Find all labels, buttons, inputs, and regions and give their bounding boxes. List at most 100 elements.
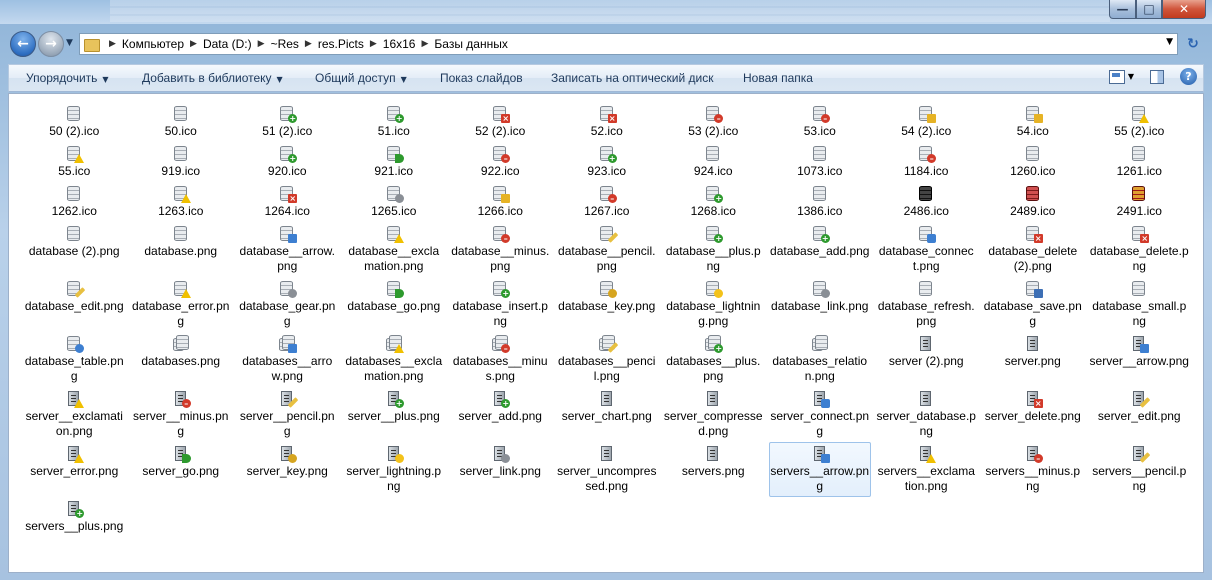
file-item[interactable]: database_key.png	[556, 277, 659, 332]
file-item[interactable]: +51 (2).ico	[236, 102, 339, 142]
file-item[interactable]: – servers__minus.png	[982, 442, 1085, 497]
file-item[interactable]: 1263.ico	[130, 182, 233, 222]
breadcrumb-item[interactable]: Data (D:)	[203, 37, 252, 51]
file-item[interactable]: server.png	[982, 332, 1085, 387]
chevron-right-icon[interactable]: ▶	[421, 39, 428, 49]
file-item[interactable]: × 52 (2).ico	[449, 102, 552, 142]
file-item[interactable]: 1266.ico	[449, 182, 552, 222]
file-item[interactable]: database_go.png	[343, 277, 446, 332]
file-item[interactable]: database_link.png	[769, 277, 872, 332]
chevron-right-icon[interactable]: ▶	[305, 39, 312, 49]
address-dropdown-icon[interactable]: ▼	[1166, 37, 1173, 47]
burn-button[interactable]: Записать на оптический диск	[551, 71, 714, 85]
file-item[interactable]: databases__arrow.png	[236, 332, 339, 387]
file-item[interactable]: 1261.ico	[1088, 142, 1191, 182]
file-item[interactable]: + database_add.png	[769, 222, 872, 277]
file-item[interactable]: servers__arrow.png	[768, 442, 871, 497]
breadcrumb-item[interactable]: Базы данных	[434, 37, 507, 51]
chevron-right-icon[interactable]: ▶	[109, 39, 116, 49]
file-item[interactable]: 2486.ico	[875, 182, 978, 222]
file-item[interactable]: databases__exclamation.png	[343, 332, 446, 387]
file-item[interactable]: +1268.ico	[662, 182, 765, 222]
file-item[interactable]: server_chart.png	[556, 387, 659, 442]
file-item[interactable]: server_database.png	[875, 387, 978, 442]
share-button[interactable]: Общий доступ ▼	[315, 71, 407, 85]
file-item[interactable]: –53 (2).ico	[662, 102, 765, 142]
forward-button[interactable]: →	[38, 31, 64, 57]
file-item[interactable]: 1265.ico	[343, 182, 446, 222]
file-item[interactable]: + database_insert.png	[449, 277, 552, 332]
file-item[interactable]: – databases__minus.png	[449, 332, 552, 387]
file-item[interactable]: 55.ico	[23, 142, 126, 182]
file-item[interactable]: database (2).png	[23, 222, 126, 277]
file-item[interactable]: server_error.png	[23, 442, 126, 497]
file-item[interactable]: –1267.ico	[556, 182, 659, 222]
file-item[interactable]: database_refresh.png	[875, 277, 978, 332]
file-item[interactable]: database_save.png	[982, 277, 1085, 332]
file-item[interactable]: database_error.png	[130, 277, 233, 332]
file-item[interactable]: × database_delete.png	[1088, 222, 1191, 277]
file-item[interactable]: server_compressed.png	[662, 387, 765, 442]
file-item[interactable]: 55 (2).ico	[1088, 102, 1191, 142]
file-item[interactable]: database__exclamation.png	[343, 222, 446, 277]
file-item[interactable]: server_key.png	[236, 442, 339, 497]
file-item[interactable]: + server_add.png	[449, 387, 552, 442]
file-item[interactable]: + database__plus.png	[662, 222, 765, 277]
file-item[interactable]: + server__plus.png	[343, 387, 446, 442]
maximize-button[interactable]: □	[1136, 0, 1162, 19]
file-item[interactable]: 54 (2).ico	[875, 102, 978, 142]
breadcrumb-item[interactable]: 16x16	[383, 37, 416, 51]
file-item[interactable]: 2491.ico	[1088, 182, 1191, 222]
breadcrumb-item[interactable]: res.Picts	[318, 37, 364, 51]
close-button[interactable]: ✕	[1162, 0, 1206, 19]
file-item[interactable]: 2489.ico	[982, 182, 1085, 222]
chevron-right-icon[interactable]: ▶	[258, 39, 265, 49]
file-item[interactable]: server__arrow.png	[1088, 332, 1191, 387]
file-item[interactable]: 1260.ico	[982, 142, 1085, 182]
file-item[interactable]: + servers__plus.png	[23, 497, 126, 537]
help-icon[interactable]: ?	[1180, 68, 1197, 85]
file-item[interactable]: +920.ico	[236, 142, 339, 182]
file-item[interactable]: database_lightning.png	[662, 277, 765, 332]
file-item[interactable]: database_connect.png	[875, 222, 978, 277]
file-item[interactable]: 919.ico	[130, 142, 233, 182]
breadcrumb-item[interactable]: ~Res	[271, 37, 299, 51]
file-item[interactable]: × 1264.ico	[236, 182, 339, 222]
file-item[interactable]: server_edit.png	[1088, 387, 1191, 442]
file-item[interactable]: server (2).png	[875, 332, 978, 387]
file-item[interactable]: × server_delete.png	[982, 387, 1085, 442]
file-item[interactable]: 54.ico	[982, 102, 1085, 142]
file-item[interactable]: database.png	[130, 222, 233, 277]
file-list-pane[interactable]: 50 (2).ico 50.ico +51 (2).ico +51.ico × 52 (2…	[8, 93, 1204, 573]
file-item[interactable]: 50.ico	[130, 102, 233, 142]
change-view-button[interactable]: ▼	[1108, 69, 1134, 84]
minimize-button[interactable]: —	[1109, 0, 1136, 19]
new-folder-button[interactable]: Новая папка	[743, 71, 813, 85]
file-item[interactable]: server__exclamation.png	[23, 387, 126, 442]
file-item[interactable]: server_link.png	[449, 442, 552, 497]
file-item[interactable]: – server__minus.png	[130, 387, 233, 442]
file-item[interactable]: database__arrow.png	[236, 222, 339, 277]
file-item[interactable]: server_connect.png	[769, 387, 872, 442]
file-item[interactable]: databases.png	[130, 332, 233, 387]
file-item[interactable]: × database_delete (2).png	[982, 222, 1085, 277]
file-item[interactable]: 1262.ico	[23, 182, 126, 222]
file-item[interactable]: +51.ico	[343, 102, 446, 142]
file-item[interactable]: 921.ico	[343, 142, 446, 182]
file-item[interactable]: –53.ico	[769, 102, 872, 142]
organize-button[interactable]: Упорядочить ▼	[26, 71, 109, 85]
file-item[interactable]: database_edit.png	[23, 277, 126, 332]
slideshow-button[interactable]: Показ слайдов	[440, 71, 523, 85]
file-item[interactable]: databases__pencil.png	[556, 332, 659, 387]
recent-pages-dropdown[interactable]: ▼	[66, 38, 73, 48]
file-item[interactable]: server_uncompressed.png	[556, 442, 659, 497]
file-item[interactable]: servers.png	[662, 442, 765, 497]
file-item[interactable]: servers__exclamation.png	[875, 442, 978, 497]
file-item[interactable]: – database__minus.png	[449, 222, 552, 277]
refresh-button[interactable]: ↻	[1182, 34, 1204, 54]
file-item[interactable]: 50 (2).ico	[23, 102, 126, 142]
file-item[interactable]: + databases__plus.png	[662, 332, 765, 387]
file-item[interactable]: 1386.ico	[769, 182, 872, 222]
chevron-right-icon[interactable]: ▶	[190, 39, 197, 49]
add-to-library-button[interactable]: Добавить в библиотеку ▼	[142, 71, 283, 85]
